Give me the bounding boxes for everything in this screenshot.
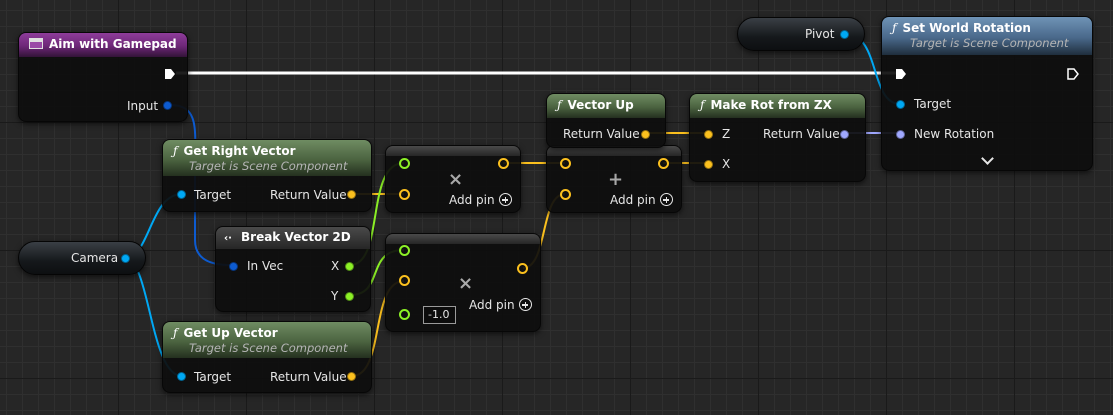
return-value-output-pin[interactable]	[840, 130, 849, 139]
function-icon: ƒ	[892, 21, 897, 35]
node-title: Vector Up	[567, 98, 634, 112]
constant-value-field[interactable]: -1.0	[423, 306, 456, 324]
node-subtitle: Target is Scene Component	[189, 159, 348, 173]
float-input-pin[interactable]	[399, 245, 410, 256]
vector-input-pin-a[interactable]	[560, 158, 571, 169]
z-input-pin[interactable]	[704, 130, 713, 139]
node-header: ƒ Set World Rotation Target is Scene Comp…	[882, 17, 1092, 55]
pin-label-z: Z	[722, 127, 731, 141]
plus-circle-icon	[518, 298, 532, 311]
pin-label-target: Target	[194, 188, 232, 202]
variable-node-pivot[interactable]: Pivot	[737, 17, 865, 51]
vector-input-pin[interactable]	[399, 189, 410, 200]
plus-circle-icon	[498, 193, 512, 206]
variable-node-camera[interactable]: Camera	[18, 241, 146, 275]
node-header	[386, 234, 540, 244]
node-header: ‹· Break Vector 2D	[216, 227, 370, 249]
pin-label-input: Input	[127, 99, 159, 113]
pin-label-return-value: Return Value	[270, 188, 347, 202]
function-icon: ƒ	[700, 98, 705, 112]
math-node-multiply-1[interactable]: × Add pin	[385, 145, 521, 213]
pin-label-in-vec: In Vec	[247, 259, 284, 273]
x-input-pin[interactable]	[704, 160, 713, 169]
y-output-pin[interactable]	[345, 292, 354, 301]
function-node-get-up-vector[interactable]: ƒ Get Up Vector Target is Scene Component…	[162, 321, 372, 393]
variable-label-pivot: Pivot	[805, 27, 835, 41]
pin-label-return-value: Return Value	[763, 127, 840, 141]
add-pin-label: Add pin	[469, 298, 515, 312]
add-pin-label: Add pin	[610, 193, 656, 207]
math-node-multiply-2[interactable]: -1.0 × Add pin	[385, 233, 541, 332]
event-node-aim-with-gamepad[interactable]: Aim with Gamepad Input	[18, 32, 188, 122]
pin-label-target: Target	[914, 97, 952, 111]
node-title: Get Up Vector	[183, 326, 278, 340]
multiply-icon: ×	[448, 169, 464, 190]
vector-input-pin-b[interactable]	[560, 189, 571, 200]
plus-icon: +	[608, 169, 624, 190]
pin-label-return-value: Return Value	[563, 127, 640, 141]
float-input-pin[interactable]	[399, 158, 410, 169]
blueprint-graph-canvas[interactable]: Aim with Gamepad Input ƒ Get Right Vector…	[0, 0, 1113, 415]
pivot-output-pin[interactable]	[840, 30, 849, 39]
break-node-vector-2d[interactable]: ‹· Break Vector 2D In Vec X Y	[215, 226, 371, 312]
add-pin-button[interactable]: Add pin	[469, 298, 532, 312]
add-pin-button[interactable]: Add pin	[610, 193, 673, 207]
vector-input-pin[interactable]	[399, 275, 410, 286]
vector-output-pin[interactable]	[498, 158, 509, 169]
pin-label-x: X	[722, 157, 731, 171]
function-node-vector-up[interactable]: ƒ Vector Up Return Value	[546, 93, 666, 148]
target-input-pin[interactable]	[896, 100, 905, 109]
add-pin-label: Add pin	[449, 193, 495, 207]
event-icon	[29, 38, 43, 49]
node-subtitle: Target is Scene Component	[189, 341, 348, 355]
chevron-down-icon[interactable]	[981, 152, 994, 165]
node-title: Set World Rotation	[902, 21, 1031, 35]
multiply-icon: ×	[458, 273, 474, 294]
pin-label-y: Y	[331, 289, 339, 303]
node-header: ƒ Make Rot from ZX	[690, 94, 865, 118]
math-node-add[interactable]: + Add pin	[546, 145, 682, 213]
node-title: Break Vector 2D	[241, 230, 351, 244]
node-title: Aim with Gamepad	[49, 37, 177, 51]
return-value-output-pin[interactable]	[641, 130, 650, 139]
x-output-pin[interactable]	[345, 262, 354, 271]
exec-input-pin[interactable]	[895, 68, 907, 80]
function-node-get-right-vector[interactable]: ƒ Get Right Vector Target is Scene Compon…	[162, 139, 372, 212]
input-output-pin[interactable]	[163, 101, 172, 110]
node-title: Make Rot from ZX	[710, 98, 832, 112]
pin-label-return-value: Return Value	[270, 370, 347, 384]
node-header: ƒ Get Up Vector Target is Scene Component	[163, 322, 371, 358]
vector-output-pin[interactable]	[517, 263, 528, 274]
return-value-output-pin[interactable]	[347, 190, 356, 199]
camera-output-pin[interactable]	[121, 254, 130, 263]
plus-circle-icon	[659, 193, 673, 206]
node-title: Get Right Vector	[183, 144, 296, 158]
function-icon: ƒ	[173, 326, 178, 340]
target-input-pin[interactable]	[177, 372, 186, 381]
target-input-pin[interactable]	[177, 190, 186, 199]
new-rotation-input-pin[interactable]	[896, 130, 905, 139]
node-header: ƒ Get Right Vector Target is Scene Compon…	[163, 140, 371, 176]
vector-output-pin[interactable]	[658, 158, 669, 169]
constant-input-pin[interactable]	[399, 309, 410, 320]
pin-label-new-rotation: New Rotation	[914, 127, 995, 141]
break-struct-icon: ‹·	[224, 233, 232, 244]
pin-label-x: X	[331, 259, 340, 273]
add-pin-button[interactable]: Add pin	[449, 193, 512, 207]
exec-output-pin[interactable]	[1067, 68, 1079, 80]
exec-output-pin[interactable]	[164, 68, 176, 80]
function-icon: ƒ	[557, 98, 562, 112]
variable-label-camera: Camera	[71, 251, 119, 265]
node-subtitle: Target is Scene Component	[910, 36, 1069, 50]
return-value-output-pin[interactable]	[347, 372, 356, 381]
pin-label-target: Target	[194, 370, 232, 384]
in-vec-input-pin[interactable]	[229, 262, 238, 271]
node-header: ƒ Vector Up	[547, 94, 665, 118]
function-node-make-rot-from-zx[interactable]: ƒ Make Rot from ZX Z X Return Value	[689, 93, 866, 182]
node-header: Aim with Gamepad	[19, 33, 187, 57]
node-header	[386, 146, 520, 156]
function-node-set-world-rotation[interactable]: ƒ Set World Rotation Target is Scene Comp…	[881, 16, 1093, 171]
function-icon: ƒ	[173, 144, 178, 158]
